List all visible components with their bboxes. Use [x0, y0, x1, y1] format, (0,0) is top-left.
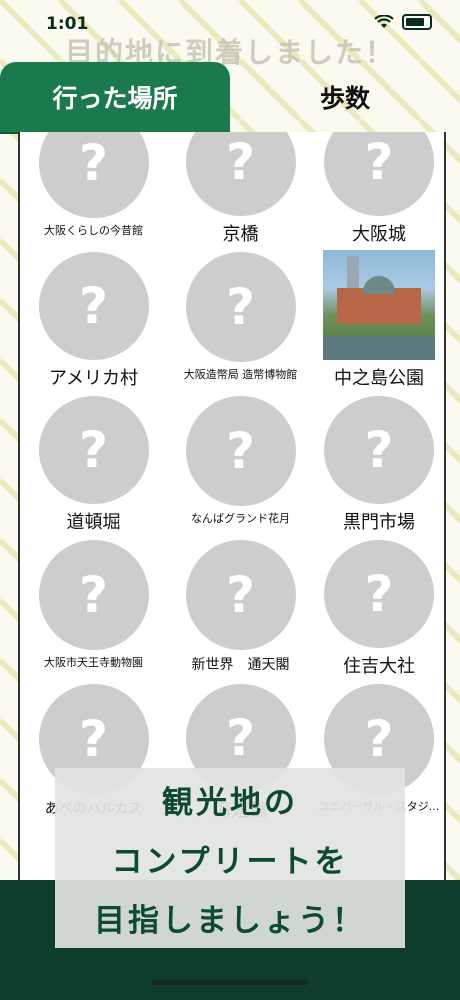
place-name: 大阪城 — [352, 224, 406, 245]
unknown-place-icon: ? — [38, 540, 149, 650]
unknown-place-icon: ? — [324, 396, 434, 504]
place-name: 住吉大社 — [343, 656, 415, 677]
tab-steps[interactable]: 歩数 — [230, 62, 460, 132]
unknown-place-icon: ? — [185, 132, 296, 216]
status-icons — [374, 14, 432, 30]
place-name: 大阪くらしの今昔館 — [44, 224, 143, 237]
wifi-icon — [374, 15, 394, 28]
unknown-place-icon: ? — [185, 252, 296, 362]
place-name: 京橋 — [222, 224, 259, 245]
unknown-place-icon: ? — [38, 132, 149, 218]
unknown-place-icon: ? — [38, 396, 149, 504]
message-line-2: コンプリートを — [111, 843, 349, 880]
place-item[interactable]: ? なんばグランド花月 — [167, 390, 314, 534]
unknown-place-icon: ? — [38, 252, 149, 360]
place-photo — [323, 250, 435, 360]
place-name: なんばグランド花月 — [191, 512, 290, 525]
place-item[interactable]: 中之島公園 — [314, 246, 444, 390]
place-name: 大阪造幣局 造幣博物館 — [183, 368, 298, 381]
place-item[interactable]: ? 新世界 通天閣 — [167, 534, 314, 678]
battery-icon — [402, 14, 432, 30]
message-line-1: 観光地の — [162, 784, 298, 821]
place-item[interactable]: ? 大阪市天王寺動物園 — [20, 534, 167, 678]
place-item[interactable]: ? 大阪城 — [314, 132, 444, 246]
place-item[interactable]: ? 道頓堀 — [20, 390, 167, 534]
place-name: 黒門市場 — [343, 512, 415, 533]
unknown-place-icon: ? — [324, 540, 434, 648]
place-name: 大阪市天王寺動物園 — [44, 656, 143, 669]
place-item[interactable]: ? 大阪造幣局 造幣博物館 — [167, 246, 314, 390]
place-name: 中之島公園 — [334, 368, 424, 389]
message-line-3: 目指しましょう！ — [94, 902, 366, 939]
place-item[interactable]: ? 住吉大社 — [314, 534, 444, 678]
places-grid: ? 大阪くらしの今昔館? 京橋? 大阪城? アメリカ村? 大阪造幣局 造幣博物館 中之島公園… — [20, 132, 444, 822]
place-item[interactable]: ? 黒門市場 — [314, 390, 444, 534]
home-indicator[interactable] — [152, 980, 308, 985]
tab-bar: 行った場所 歩数 — [0, 62, 460, 134]
unknown-place-icon: ? — [185, 396, 296, 506]
unknown-place-icon: ? — [324, 132, 434, 216]
unknown-place-icon: ? — [185, 540, 296, 650]
completion-message: 観光地の コンプリートを 目指しましょう！ — [55, 768, 405, 948]
place-item[interactable]: ? 大阪くらしの今昔館 — [20, 132, 167, 246]
place-name: 新世界 通天閣 — [191, 657, 290, 673]
place-item[interactable]: ? 京橋 — [167, 132, 314, 246]
place-name: 道頓堀 — [66, 512, 121, 533]
tab-visited-places[interactable]: 行った場所 — [0, 62, 230, 134]
place-item[interactable]: ? アメリカ村 — [20, 246, 167, 390]
place-name: アメリカ村 — [48, 368, 139, 389]
